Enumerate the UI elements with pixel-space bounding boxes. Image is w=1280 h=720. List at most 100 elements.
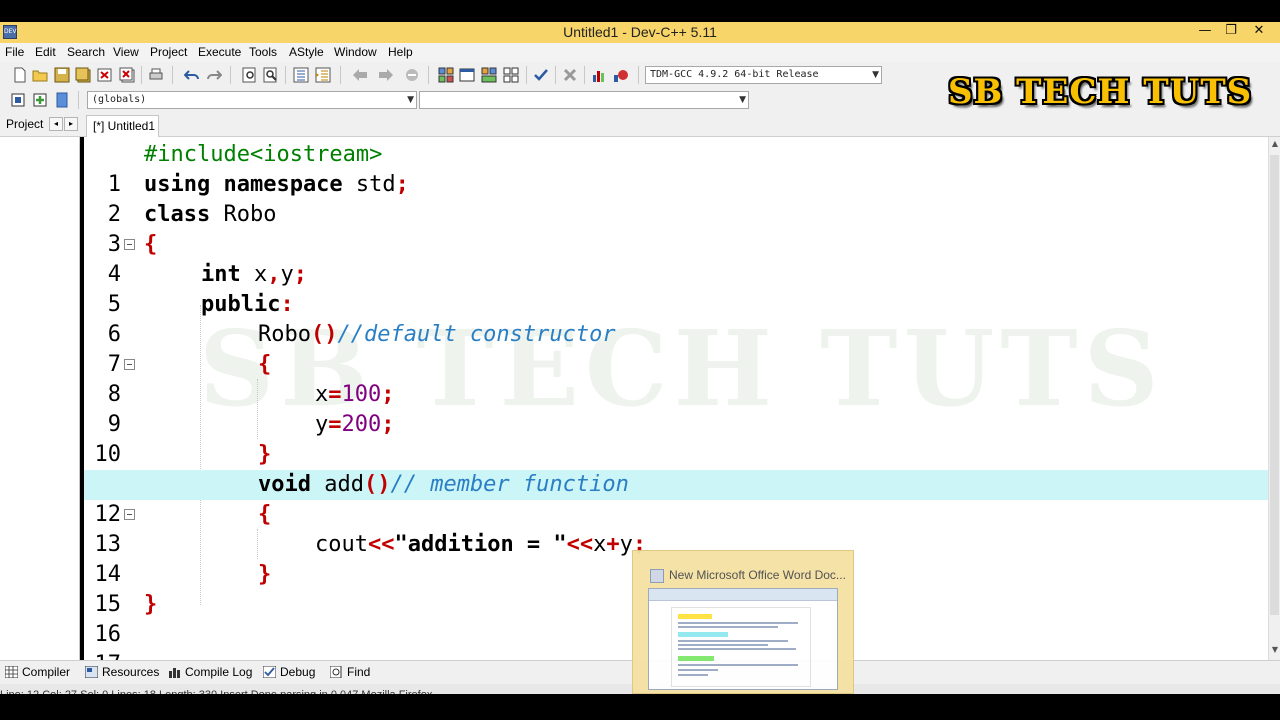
code-line[interactable]: 1 #include<iostream> bbox=[84, 140, 1268, 197]
tab-untitled1[interactable]: [*] Untitled1 bbox=[86, 115, 159, 137]
open-icon[interactable] bbox=[32, 67, 48, 83]
code-line[interactable]: 4 { bbox=[84, 230, 1268, 287]
indent-icon[interactable] bbox=[293, 67, 309, 83]
code-line[interactable]: 10 y=200; bbox=[84, 410, 1268, 467]
editor-scrollbar[interactable]: ▲ ▼ bbox=[1268, 137, 1280, 660]
chevron-down-icon: ▼ bbox=[872, 70, 879, 80]
toolbar-separator bbox=[230, 66, 231, 84]
close-icon[interactable] bbox=[97, 67, 113, 83]
scrollbar-thumb[interactable] bbox=[1270, 155, 1279, 615]
menu-project[interactable]: Project bbox=[150, 45, 187, 59]
toggle-bookmark-icon[interactable] bbox=[404, 67, 420, 83]
thumbnail-highlight bbox=[678, 656, 714, 661]
menu-help[interactable]: Help bbox=[388, 45, 413, 59]
compile-icon[interactable] bbox=[438, 67, 454, 83]
thumbnail-text-line bbox=[678, 648, 796, 650]
scope-select[interactable]: (globals) ▼ bbox=[87, 91, 417, 109]
close-all-icon[interactable] bbox=[119, 67, 135, 83]
chart-icon bbox=[169, 668, 180, 678]
menu-view[interactable]: View bbox=[113, 45, 139, 59]
tab-compiler[interactable]: Compiler bbox=[2, 663, 76, 683]
code-line[interactable]: 8 { bbox=[84, 350, 1268, 407]
taskbar-thumbnail-popup[interactable]: New Microsoft Office Word Doc... bbox=[632, 550, 854, 694]
member-select[interactable]: ▼ bbox=[419, 91, 749, 109]
code-token: //default constructor bbox=[337, 322, 616, 347]
menu-edit[interactable]: Edit bbox=[35, 45, 56, 59]
code-token: x bbox=[315, 382, 329, 407]
toggle-bookmark-icon[interactable] bbox=[54, 92, 70, 108]
restore-button[interactable]: ❐ bbox=[1218, 22, 1244, 42]
print-icon[interactable] bbox=[148, 67, 164, 83]
replace-icon[interactable] bbox=[263, 67, 279, 83]
thumbnail-text-line bbox=[678, 644, 768, 646]
class-toolbar: (globals) ▼ ▼ bbox=[0, 88, 940, 113]
code-line[interactable]: 3 class Robo bbox=[84, 200, 1268, 257]
code-token: } bbox=[258, 562, 272, 587]
compile-run-icon[interactable] bbox=[481, 67, 497, 83]
fold-toggle-icon[interactable] bbox=[124, 359, 135, 370]
tab-resources[interactable]: Resources bbox=[82, 663, 160, 683]
tab-debug[interactable]: Debug bbox=[260, 663, 322, 683]
popup-title: New Microsoft Office Word Doc... bbox=[669, 568, 846, 582]
rebuild-icon[interactable] bbox=[503, 67, 519, 83]
code-line[interactable]: 6 public: bbox=[84, 290, 1268, 347]
code-token: using namespace bbox=[144, 172, 343, 197]
check-icon bbox=[263, 666, 276, 678]
window-title: Untitled1 - Dev-C++ 5.11 bbox=[563, 24, 717, 40]
new-file-icon[interactable] bbox=[12, 67, 28, 83]
toolbar-separator bbox=[340, 66, 341, 84]
new-project-icon[interactable] bbox=[10, 92, 26, 108]
code-line[interactable]: 13 { bbox=[84, 500, 1268, 557]
menu-execute[interactable]: Execute bbox=[198, 45, 241, 59]
bookmark-icon[interactable] bbox=[352, 67, 368, 83]
code-line[interactable]: 2 using namespace std; bbox=[84, 170, 1268, 227]
code-token: class bbox=[144, 202, 211, 227]
tab-resources-label: Resources bbox=[102, 665, 160, 679]
line-number: 17 bbox=[84, 650, 122, 660]
scroll-down-icon[interactable]: ▼ bbox=[1270, 645, 1280, 654]
undo-icon[interactable] bbox=[184, 67, 200, 83]
tab-scroll-right-icon[interactable]: ▸ bbox=[64, 117, 78, 131]
minimize-button[interactable]: — bbox=[1192, 22, 1218, 42]
chart-icon[interactable] bbox=[591, 67, 607, 83]
check-syntax-icon[interactable] bbox=[533, 67, 549, 83]
find-icon[interactable] bbox=[242, 67, 258, 83]
fold-toggle-icon[interactable] bbox=[124, 509, 135, 520]
tab-compile-log[interactable]: Compile Log bbox=[165, 663, 253, 683]
code-line[interactable]: 7 Robo()//default constructor bbox=[84, 320, 1268, 377]
insert-icon[interactable] bbox=[32, 92, 48, 108]
save-icon[interactable] bbox=[54, 67, 70, 83]
menu-search[interactable]: Search bbox=[67, 45, 105, 59]
project-tab[interactable]: Project bbox=[0, 117, 43, 131]
menu-tools[interactable]: Tools bbox=[249, 45, 277, 59]
save-all-icon[interactable] bbox=[75, 67, 91, 83]
scroll-up-icon[interactable]: ▲ bbox=[1270, 139, 1280, 148]
close-window-button[interactable]: ✕ bbox=[1246, 22, 1272, 42]
code-line-current[interactable]: 12 void add()// member function bbox=[84, 470, 1268, 527]
code-token: , bbox=[267, 262, 281, 287]
menu-astyle[interactable]: AStyle bbox=[289, 45, 324, 59]
code-token: } bbox=[258, 442, 272, 467]
fold-toggle-icon[interactable] bbox=[124, 239, 135, 250]
tab-find-results[interactable]: Find Results bbox=[327, 663, 411, 697]
stop-icon[interactable] bbox=[562, 67, 578, 83]
code-line[interactable]: 9 x=100; bbox=[84, 380, 1268, 437]
bookmark-icon[interactable] bbox=[378, 67, 394, 83]
menu-file[interactable]: File bbox=[5, 45, 24, 59]
code-line[interactable]: 5 int x,y; bbox=[84, 260, 1268, 317]
window-thumbnail[interactable] bbox=[648, 588, 838, 690]
run-icon[interactable] bbox=[459, 67, 475, 83]
code-line[interactable]: 11 } bbox=[84, 440, 1268, 497]
code-token: Robo bbox=[210, 202, 277, 227]
debug-icon[interactable] bbox=[613, 67, 629, 83]
redo-icon[interactable] bbox=[206, 67, 222, 83]
menu-window[interactable]: Window bbox=[334, 45, 377, 59]
menu-bar: File Edit Search View Project Execute To… bbox=[0, 43, 1280, 62]
code-token: y bbox=[619, 532, 633, 557]
tab-scroll-left-icon[interactable]: ◂ bbox=[49, 117, 63, 131]
compiler-select[interactable]: TDM-GCC 4.9.2 64-bit Release ▼ bbox=[645, 66, 882, 84]
unindent-icon[interactable] bbox=[315, 67, 331, 83]
project-pane[interactable] bbox=[0, 137, 80, 660]
code-token: "addition = " bbox=[394, 532, 567, 557]
code-token: x bbox=[593, 532, 607, 557]
